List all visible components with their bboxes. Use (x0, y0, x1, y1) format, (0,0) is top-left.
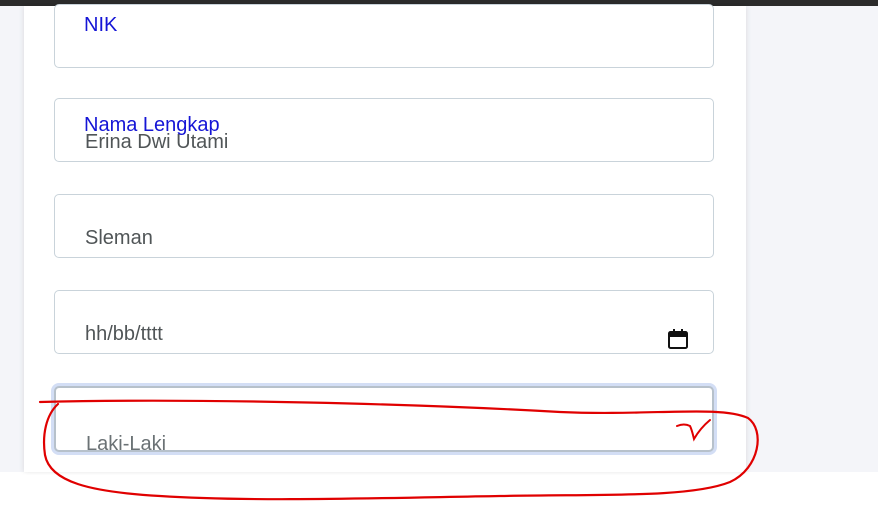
tanggal-lahir-field[interactable]: hh/bb/tttt (54, 290, 714, 354)
tanggal-lahir-placeholder: hh/bb/tttt (85, 323, 163, 345)
jenis-kelamin-selected: Laki-Laki (86, 433, 167, 452)
tempat-lahir-value: Sleman (85, 227, 153, 249)
nik-label: NIK (84, 14, 118, 36)
nama-lengkap-field[interactable]: Nama Lengkap Erina Dwi Utami (54, 98, 714, 162)
jenis-kelamin-select[interactable]: Laki-Laki (54, 386, 714, 452)
page-background-left (0, 6, 24, 472)
calendar-icon[interactable] (667, 328, 689, 350)
page-background-right (746, 6, 878, 472)
tempat-lahir-field[interactable]: Sleman (54, 194, 714, 258)
chevron-down-icon (676, 419, 711, 442)
nama-lengkap-value: Erina Dwi Utami (85, 131, 229, 153)
nik-field[interactable]: NIK (54, 4, 714, 68)
